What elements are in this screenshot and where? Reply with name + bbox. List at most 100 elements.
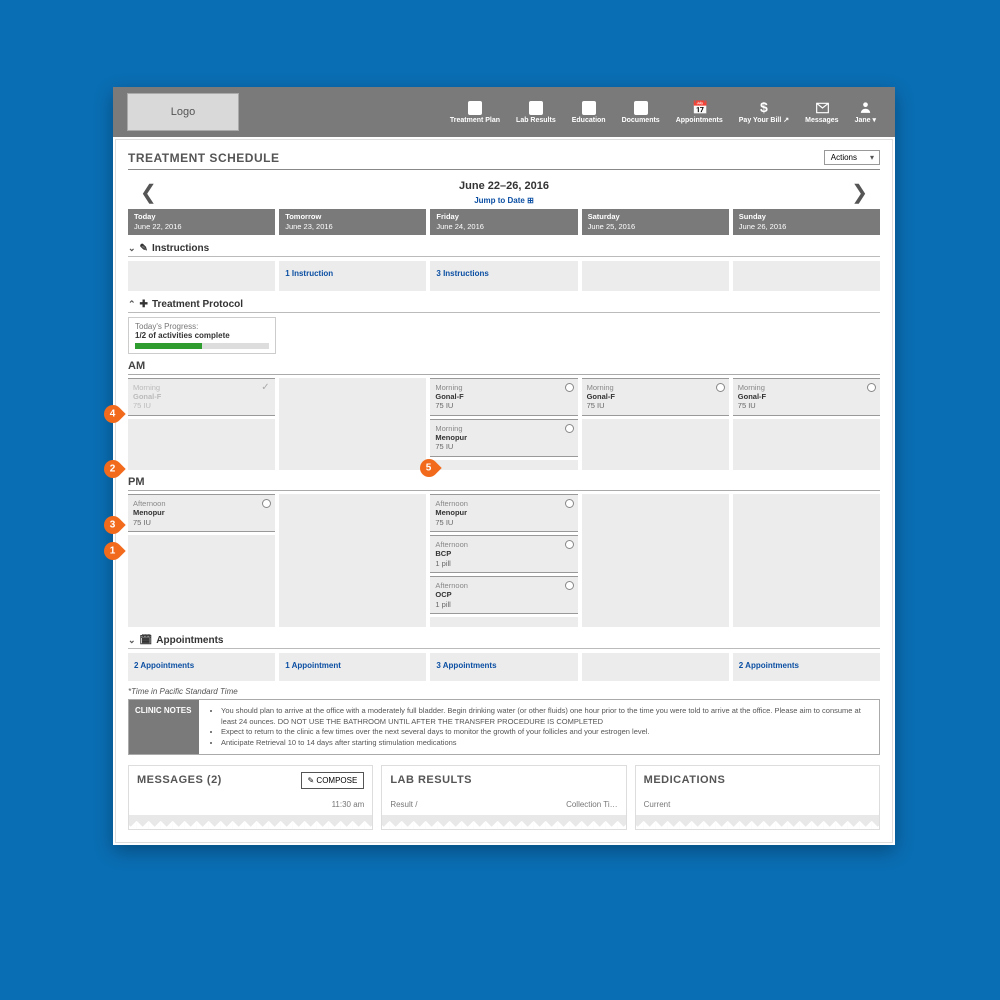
med-empty	[430, 460, 577, 470]
day-headers: TodayJune 22, 2016TomorrowJune 23, 2016F…	[128, 209, 880, 235]
clinic-notes-body: You should plan to arrive at the office …	[199, 700, 879, 754]
med-column: MorningGonal-F75 IUMorningMenopur75 IU	[430, 378, 577, 470]
med-column: MorningGonal-F75 IU	[582, 378, 729, 470]
med-column	[582, 494, 729, 627]
nav-label: Appointments	[676, 117, 723, 124]
square-icon	[634, 101, 648, 115]
nav-pay-bill[interactable]: $Pay Your Bill ↗	[734, 100, 794, 124]
med-column: AfternoonMenopur75 IUAfternoonBCP1 pillA…	[430, 494, 577, 627]
appointment-cell[interactable]: 2 Appointments	[733, 653, 880, 681]
lab-results-panel: LAB RESULTS Result /Collection Ti…	[381, 765, 626, 830]
page-title: TREATMENT SCHEDULE	[128, 151, 279, 165]
med-empty	[733, 419, 880, 470]
nav-treatment-plan[interactable]: Treatment Plan	[445, 101, 505, 124]
medkit-icon: ✚	[140, 299, 148, 310]
appointment-cell[interactable]: 2 Appointments	[128, 653, 275, 681]
med-empty	[582, 419, 729, 470]
app-frame: Logo Treatment Plan Lab Results Educatio…	[113, 87, 895, 845]
radio-icon[interactable]	[565, 499, 574, 508]
nav-appointments[interactable]: Appointments	[671, 101, 728, 124]
am-grid: MorningGonal-F75 IU✓MorningGonal-F75 IUM…	[128, 378, 880, 470]
radio-icon[interactable]	[565, 581, 574, 590]
prev-week-button[interactable]: ❮	[132, 179, 165, 207]
section-instructions-header[interactable]: ⌄ ✎ Instructions	[128, 235, 880, 257]
date-navigation: ❮ June 22–26, 2016 Jump to Date ⊞ ❯	[128, 170, 880, 209]
am-label: AM	[128, 358, 880, 375]
pm-grid: AfternoonMenopur75 IUAfternoonMenopur75 …	[128, 494, 880, 627]
med-card[interactable]: MorningGonal-F75 IU✓	[128, 378, 275, 416]
clinic-notes-label: CLINIC NOTES	[129, 700, 199, 754]
section-protocol-header[interactable]: ⌃ ✚ Treatment Protocol	[128, 291, 880, 313]
torn-edge	[382, 815, 625, 829]
nav-label: Documents	[622, 117, 660, 124]
day-header: SaturdayJune 25, 2016	[582, 209, 729, 235]
appointments-row: 2 Appointments1 Appointment3 Appointment…	[128, 653, 880, 681]
med-column	[733, 494, 880, 627]
dollar-icon: $	[757, 100, 771, 114]
radio-icon[interactable]	[262, 499, 271, 508]
bottom-panels: MESSAGES (2) ✎ COMPOSE 11:30 am LAB RESU…	[128, 765, 880, 830]
day-header: SundayJune 26, 2016	[733, 209, 880, 235]
square-icon	[529, 101, 543, 115]
section-appointments-header[interactable]: ⌄ 🗓 Appointments	[128, 627, 880, 649]
section-title: Treatment Protocol	[152, 299, 243, 310]
meds-current: Current	[644, 800, 671, 809]
med-card[interactable]: MorningGonal-F75 IU	[582, 378, 729, 416]
topbar: Logo Treatment Plan Lab Results Educatio…	[113, 87, 895, 137]
med-card[interactable]: AfternoonOCP1 pill	[430, 576, 577, 614]
med-column: MorningGonal-F75 IU	[733, 378, 880, 470]
check-icon[interactable]: ✓	[261, 383, 271, 393]
panel-title: MEDICATIONS	[644, 774, 871, 786]
day-header: FridayJune 24, 2016	[430, 209, 577, 235]
med-empty	[128, 535, 275, 627]
med-empty	[279, 378, 426, 470]
nav-label: Education	[572, 117, 606, 124]
radio-icon[interactable]	[716, 383, 725, 392]
nav-user-menu[interactable]: Jane ▾	[850, 100, 881, 124]
med-card[interactable]: AfternoonBCP1 pill	[430, 535, 577, 573]
compose-button[interactable]: ✎ COMPOSE	[301, 772, 365, 789]
messages-panel: MESSAGES (2) ✎ COMPOSE 11:30 am	[128, 765, 373, 830]
section-title: Appointments	[156, 635, 223, 646]
jump-to-date-link[interactable]: Jump to Date ⊞	[459, 196, 549, 205]
next-week-button[interactable]: ❯	[843, 179, 876, 207]
progress-bar	[135, 343, 269, 349]
logo[interactable]: Logo	[127, 93, 239, 131]
appointment-cell[interactable]: 3 Appointments	[430, 653, 577, 681]
progress-label: Today's Progress:	[135, 322, 269, 331]
nav-education[interactable]: Education	[567, 101, 611, 124]
instruction-cell: .	[582, 261, 729, 291]
instructions-row: .1 Instruction3 Instructions..	[128, 261, 880, 291]
nav-lab-results[interactable]: Lab Results	[511, 101, 561, 124]
nav-label: Messages	[805, 117, 838, 124]
radio-icon[interactable]	[565, 424, 574, 433]
radio-icon[interactable]	[867, 383, 876, 392]
torn-edge	[636, 815, 879, 829]
med-card[interactable]: MorningGonal-F75 IU	[430, 378, 577, 416]
radio-icon[interactable]	[565, 540, 574, 549]
pm-label: PM	[128, 474, 880, 491]
progress-status: 1/2 of activities complete	[135, 331, 269, 340]
person-icon	[858, 100, 872, 114]
chevron-up-icon: ⌃	[128, 299, 136, 310]
title-row: TREATMENT SCHEDULE Actions	[128, 150, 880, 170]
med-card[interactable]: MorningMenopur75 IU	[430, 419, 577, 457]
instruction-cell[interactable]: 3 Instructions	[430, 261, 577, 291]
med-card[interactable]: AfternoonMenopur75 IU	[430, 494, 577, 532]
clinic-note-item: Anticipate Retrieval 10 to 14 days after…	[221, 738, 869, 749]
appointment-cell[interactable]: 1 Appointment	[279, 653, 426, 681]
edit-icon: ✎	[140, 243, 148, 254]
calendar-icon: 🗓	[140, 635, 153, 646]
actions-dropdown[interactable]: Actions	[824, 150, 880, 165]
med-card[interactable]: AfternoonMenopur75 IU	[128, 494, 275, 532]
nav-label: Jane ▾	[855, 116, 876, 124]
nav-documents[interactable]: Documents	[617, 101, 665, 124]
nav-messages[interactable]: Messages	[800, 101, 843, 124]
clinic-notes: CLINIC NOTES You should plan to arrive a…	[128, 699, 880, 755]
med-empty	[582, 494, 729, 627]
med-card[interactable]: MorningGonal-F75 IU	[733, 378, 880, 416]
radio-icon[interactable]	[565, 383, 574, 392]
nav-label: Lab Results	[516, 117, 556, 124]
date-range: June 22–26, 2016	[459, 180, 549, 192]
instruction-cell[interactable]: 1 Instruction	[279, 261, 426, 291]
